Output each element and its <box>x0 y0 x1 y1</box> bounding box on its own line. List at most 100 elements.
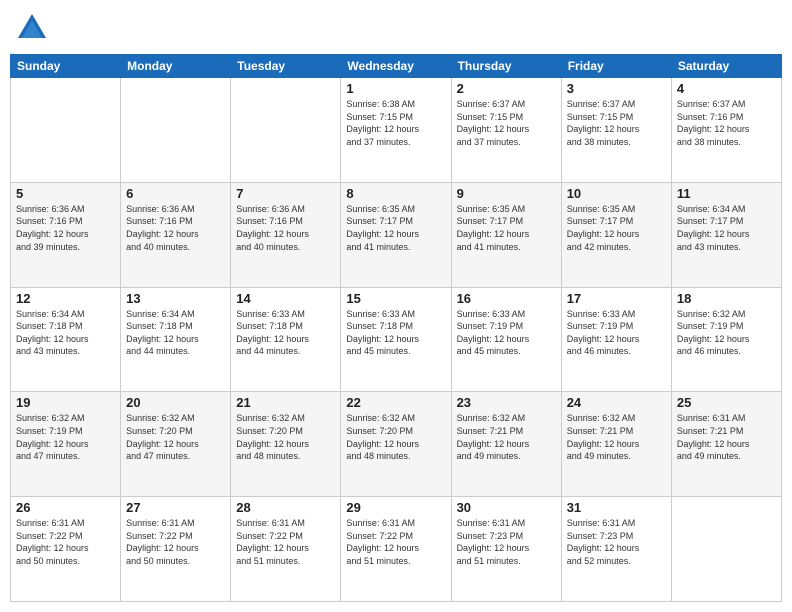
calendar-cell: 19Sunrise: 6:32 AM Sunset: 7:19 PM Dayli… <box>11 392 121 497</box>
day-number: 7 <box>236 186 335 201</box>
day-info: Sunrise: 6:34 AM Sunset: 7:18 PM Dayligh… <box>126 308 225 358</box>
page: SundayMondayTuesdayWednesdayThursdayFrid… <box>0 0 792 612</box>
day-number: 12 <box>16 291 115 306</box>
week-row-4: 26 Sunrise: 6:31 AM Sunset: 7:22 PM Dayli… <box>11 497 782 602</box>
day-info: Sunrise: 6:36 AM Sunset: 7:16 PM Dayligh… <box>236 203 335 253</box>
calendar-cell: 4 Sunrise: 6:37 AM Sunset: 7:16 PM Daylig… <box>671 78 781 183</box>
day-info: Sunrise: 6:36 AM Sunset: 7:16 PM Dayligh… <box>16 203 115 253</box>
day-number: 6 <box>126 186 225 201</box>
day-number: 5 <box>16 186 115 201</box>
weekday-header-thursday: Thursday <box>451 55 561 78</box>
calendar-cell: 5 Sunrise: 6:36 AM Sunset: 7:16 PM Daylig… <box>11 182 121 287</box>
day-info: Sunrise: 6:33 AM Sunset: 7:19 PM Dayligh… <box>457 308 556 358</box>
calendar-cell: 18 Sunrise: 6:32 AM Sunset: 7:19 PM Dayli… <box>671 287 781 392</box>
logo <box>10 10 50 46</box>
calendar-cell: 23 Sunrise: 6:32 AM Sunset: 7:21 PM Dayli… <box>451 392 561 497</box>
day-number: 27 <box>126 500 225 515</box>
day-info: Sunrise: 6:35 AM Sunset: 7:17 PM Dayligh… <box>567 203 666 253</box>
calendar-cell: 6Sunrise: 6:36 AM Sunset: 7:16 PM Daylig… <box>121 182 231 287</box>
logo-icon <box>14 10 50 46</box>
day-info: Sunrise: 6:32 AM Sunset: 7:21 PM Dayligh… <box>457 412 556 462</box>
calendar-cell: 13 Sunrise: 6:34 AM Sunset: 7:18 PM Dayli… <box>121 287 231 392</box>
day-number: 17 <box>567 291 666 306</box>
calendar-cell: 24 Sunrise: 6:32 AM Sunset: 7:21 PM Dayli… <box>561 392 671 497</box>
day-number: 31 <box>567 500 666 515</box>
calendar-cell: 3Sunrise: 6:37 AM Sunset: 7:15 PM Daylig… <box>561 78 671 183</box>
day-info: Sunrise: 6:34 AM Sunset: 7:17 PM Dayligh… <box>677 203 776 253</box>
day-info: Sunrise: 6:32 AM Sunset: 7:20 PM Dayligh… <box>236 412 335 462</box>
week-row-1: 5 Sunrise: 6:36 AM Sunset: 7:16 PM Daylig… <box>11 182 782 287</box>
calendar-cell: 29 Sunrise: 6:31 AM Sunset: 7:22 PM Dayli… <box>341 497 451 602</box>
calendar-cell: 9 Sunrise: 6:35 AM Sunset: 7:17 PM Daylig… <box>451 182 561 287</box>
weekday-header-tuesday: Tuesday <box>231 55 341 78</box>
calendar-cell: 26Sunrise: 6:31 AM Sunset: 7:22 PM Dayli… <box>11 497 121 602</box>
day-info: Sunrise: 6:31 AM Sunset: 7:22 PM Dayligh… <box>236 517 335 567</box>
calendar-cell: 1 Sunrise: 6:38 AM Sunset: 7:15 PM Daylig… <box>341 78 451 183</box>
day-number: 13 <box>126 291 225 306</box>
day-info: Sunrise: 6:32 AM Sunset: 7:20 PM Dayligh… <box>346 412 445 462</box>
calendar-cell: 12Sunrise: 6:34 AM Sunset: 7:18 PM Dayli… <box>11 287 121 392</box>
day-number: 1 <box>346 81 445 96</box>
week-row-0: 1 Sunrise: 6:38 AM Sunset: 7:15 PM Daylig… <box>11 78 782 183</box>
day-number: 11 <box>677 186 776 201</box>
weekday-header-sunday: Sunday <box>11 55 121 78</box>
day-info: Sunrise: 6:38 AM Sunset: 7:15 PM Dayligh… <box>346 98 445 148</box>
calendar-cell: 10Sunrise: 6:35 AM Sunset: 7:17 PM Dayli… <box>561 182 671 287</box>
day-info: Sunrise: 6:37 AM Sunset: 7:16 PM Dayligh… <box>677 98 776 148</box>
header <box>10 10 782 46</box>
day-number: 8 <box>346 186 445 201</box>
day-info: Sunrise: 6:33 AM Sunset: 7:18 PM Dayligh… <box>236 308 335 358</box>
calendar-cell: 28 Sunrise: 6:31 AM Sunset: 7:22 PM Dayli… <box>231 497 341 602</box>
day-info: Sunrise: 6:33 AM Sunset: 7:19 PM Dayligh… <box>567 308 666 358</box>
calendar-cell: 16 Sunrise: 6:33 AM Sunset: 7:19 PM Dayli… <box>451 287 561 392</box>
weekday-header-saturday: Saturday <box>671 55 781 78</box>
day-info: Sunrise: 6:32 AM Sunset: 7:21 PM Dayligh… <box>567 412 666 462</box>
day-info: Sunrise: 6:32 AM Sunset: 7:20 PM Dayligh… <box>126 412 225 462</box>
calendar-cell <box>121 78 231 183</box>
week-row-3: 19Sunrise: 6:32 AM Sunset: 7:19 PM Dayli… <box>11 392 782 497</box>
day-number: 25 <box>677 395 776 410</box>
day-number: 14 <box>236 291 335 306</box>
day-number: 9 <box>457 186 556 201</box>
day-info: Sunrise: 6:32 AM Sunset: 7:19 PM Dayligh… <box>677 308 776 358</box>
calendar-cell <box>231 78 341 183</box>
calendar-cell: 21 Sunrise: 6:32 AM Sunset: 7:20 PM Dayli… <box>231 392 341 497</box>
day-number: 21 <box>236 395 335 410</box>
day-info: Sunrise: 6:37 AM Sunset: 7:15 PM Dayligh… <box>567 98 666 148</box>
day-number: 22 <box>346 395 445 410</box>
weekday-header-friday: Friday <box>561 55 671 78</box>
day-info: Sunrise: 6:37 AM Sunset: 7:15 PM Dayligh… <box>457 98 556 148</box>
weekday-header-wednesday: Wednesday <box>341 55 451 78</box>
day-number: 20 <box>126 395 225 410</box>
calendar-cell <box>11 78 121 183</box>
day-number: 2 <box>457 81 556 96</box>
calendar-cell: 31 Sunrise: 6:31 AM Sunset: 7:23 PM Dayli… <box>561 497 671 602</box>
day-number: 18 <box>677 291 776 306</box>
calendar-cell <box>671 497 781 602</box>
day-info: Sunrise: 6:35 AM Sunset: 7:17 PM Dayligh… <box>457 203 556 253</box>
day-number: 4 <box>677 81 776 96</box>
day-info: Sunrise: 6:31 AM Sunset: 7:23 PM Dayligh… <box>457 517 556 567</box>
day-number: 23 <box>457 395 556 410</box>
calendar-cell: 25Sunrise: 6:31 AM Sunset: 7:21 PM Dayli… <box>671 392 781 497</box>
weekday-header-row: SundayMondayTuesdayWednesdayThursdayFrid… <box>11 55 782 78</box>
day-number: 15 <box>346 291 445 306</box>
day-info: Sunrise: 6:31 AM Sunset: 7:23 PM Dayligh… <box>567 517 666 567</box>
calendar-cell: 22 Sunrise: 6:32 AM Sunset: 7:20 PM Dayli… <box>341 392 451 497</box>
day-info: Sunrise: 6:32 AM Sunset: 7:19 PM Dayligh… <box>16 412 115 462</box>
day-info: Sunrise: 6:35 AM Sunset: 7:17 PM Dayligh… <box>346 203 445 253</box>
day-number: 28 <box>236 500 335 515</box>
day-number: 29 <box>346 500 445 515</box>
day-number: 26 <box>16 500 115 515</box>
day-info: Sunrise: 6:33 AM Sunset: 7:18 PM Dayligh… <box>346 308 445 358</box>
day-info: Sunrise: 6:31 AM Sunset: 7:22 PM Dayligh… <box>346 517 445 567</box>
calendar-table: SundayMondayTuesdayWednesdayThursdayFrid… <box>10 54 782 602</box>
day-number: 30 <box>457 500 556 515</box>
day-number: 24 <box>567 395 666 410</box>
day-info: Sunrise: 6:31 AM Sunset: 7:22 PM Dayligh… <box>126 517 225 567</box>
day-number: 16 <box>457 291 556 306</box>
week-row-2: 12 Sunrise: 6:34 AM Sunset: 7:18 PM Dayli… <box>11 287 782 392</box>
calendar-cell: 11 Sunrise: 6:34 AM Sunset: 7:17 PM Dayli… <box>671 182 781 287</box>
calendar-cell: 2 Sunrise: 6:37 AM Sunset: 7:15 PM Daylig… <box>451 78 561 183</box>
calendar-cell: 15 Sunrise: 6:33 AM Sunset: 7:18 PM Dayli… <box>341 287 451 392</box>
